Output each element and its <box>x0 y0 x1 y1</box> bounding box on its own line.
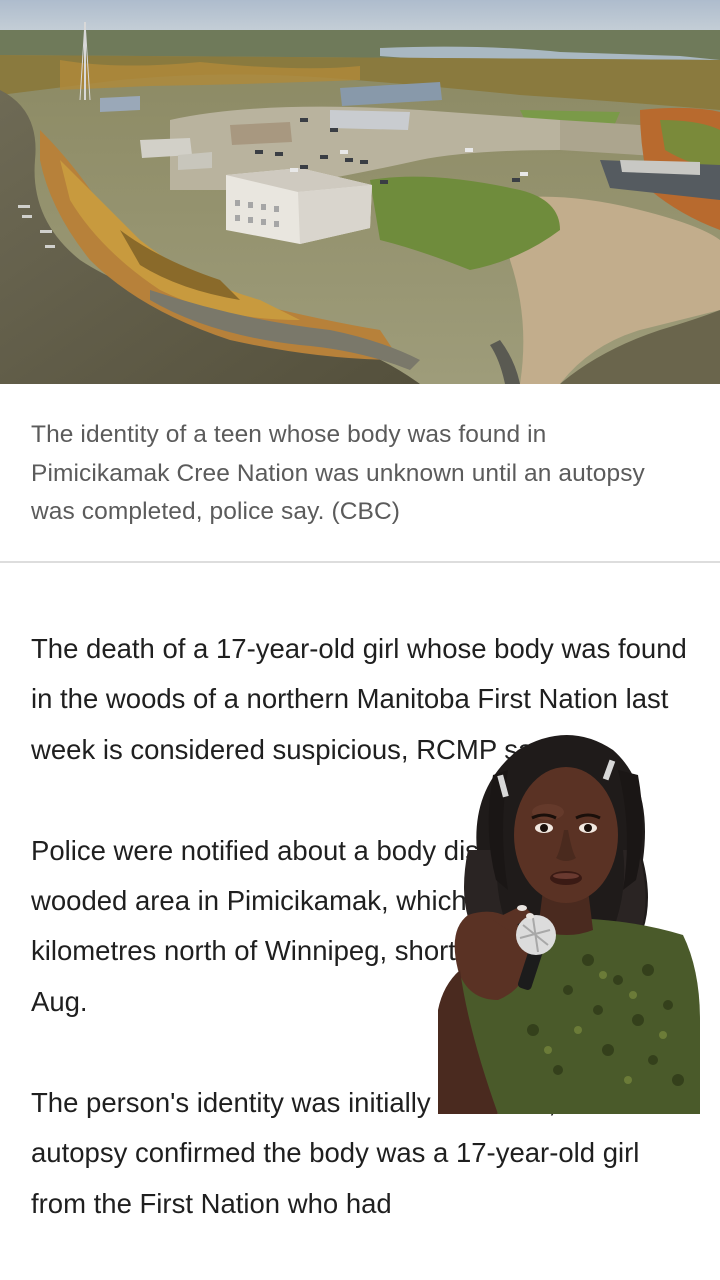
aerial-photo-icon <box>0 0 720 384</box>
creator-overlay <box>438 730 704 1114</box>
hero-image <box>0 0 720 384</box>
section-divider <box>0 561 720 563</box>
presenter-icon <box>438 735 700 1114</box>
article-page: The identity of a teen whose body was fo… <box>0 0 720 1280</box>
photo-caption: The identity of a teen whose body was fo… <box>31 421 645 525</box>
